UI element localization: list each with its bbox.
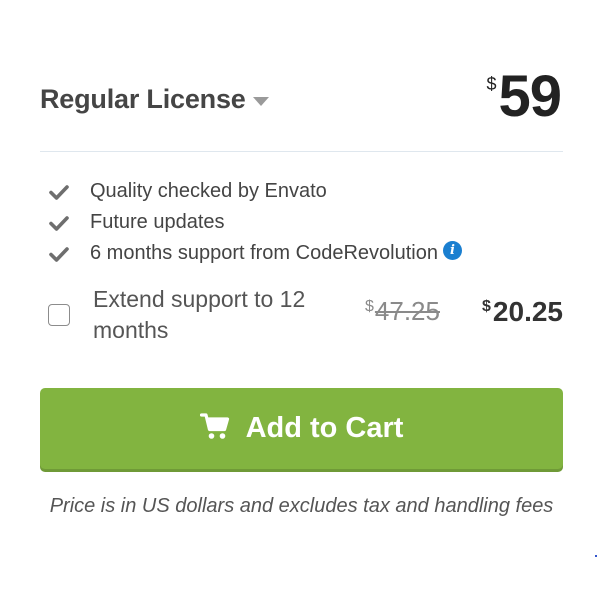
check-icon <box>48 213 70 233</box>
chevron-down-icon <box>252 97 269 106</box>
check-icon <box>48 244 70 264</box>
feature-label: Future updates <box>90 211 225 233</box>
old-price-value: 47.25 <box>374 296 440 326</box>
feature-list: Quality checked by Envato Future updates… <box>48 176 462 269</box>
license-purchase-card: Regular License $ 59 Quality checked by … <box>40 0 563 600</box>
list-item: 6 months support from CodeRevolution i <box>48 238 462 269</box>
extend-support-old-price: $ 47.25 <box>365 296 440 327</box>
list-item: Future updates <box>48 207 462 238</box>
list-item: Quality checked by Envato <box>48 176 462 207</box>
extend-support-checkbox[interactable] <box>48 304 70 326</box>
check-icon <box>48 182 70 202</box>
add-to-cart-label: Add to Cart <box>245 412 404 444</box>
extend-support-new-price: $ 20.25 <box>482 296 563 328</box>
info-icon[interactable]: i <box>442 241 462 260</box>
price-amount: 59 <box>498 64 562 129</box>
new-price-value: 20.25 <box>492 296 563 327</box>
decorative-dot <box>595 555 597 557</box>
new-price-currency-symbol: $ <box>482 298 491 315</box>
extend-support-label[interactable]: Extend support to 12 months <box>93 284 343 346</box>
feature-label: Quality checked by Envato <box>90 180 327 202</box>
license-header: Regular License $ 59 <box>40 60 563 140</box>
license-price: $ 59 <box>486 64 562 129</box>
price-currency-symbol: $ <box>486 74 497 94</box>
price-disclaimer: Price is in US dollars and excludes tax … <box>49 495 554 517</box>
extend-support-option: Extend support to 12 months $ 47.25 $ 20… <box>40 282 563 348</box>
license-type-dropdown[interactable]: Regular License <box>40 84 269 115</box>
license-title: Regular License <box>40 84 246 114</box>
divider <box>40 151 563 152</box>
cart-icon <box>199 413 246 443</box>
feature-label: 6 months support from CodeRevolution <box>90 242 438 264</box>
add-to-cart-button[interactable]: Add to Cart <box>40 388 563 469</box>
old-price-currency-symbol: $ <box>365 298 374 315</box>
